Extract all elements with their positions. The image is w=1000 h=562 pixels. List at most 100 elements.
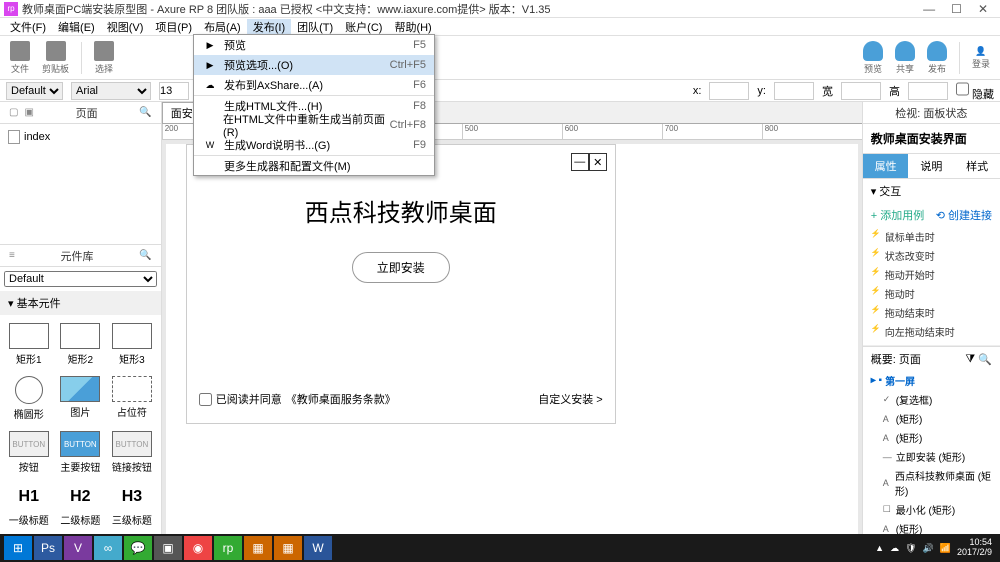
window-title: 教师桌面PC端安装原型图 - Axure RP 8 团队版 : aaa 已授权 … xyxy=(22,1,551,17)
start-button[interactable]: ⊞ xyxy=(4,536,32,560)
dropdown-item[interactable]: ▶预览选项...(O)Ctrl+F5 xyxy=(194,55,434,75)
menu-item[interactable]: 编辑(E) xyxy=(52,19,101,35)
outline-item[interactable]: ☐最小化 (矩形) xyxy=(863,500,1000,519)
h-input[interactable] xyxy=(908,82,948,100)
style-select[interactable]: Default xyxy=(6,82,63,100)
outline-item[interactable]: ✓(复选框) xyxy=(863,390,1000,409)
design-minimize-button[interactable]: — xyxy=(571,153,589,171)
create-link-button[interactable]: ⟲ 创建连接 xyxy=(936,207,992,223)
font-select[interactable]: Arial xyxy=(71,82,151,100)
widget-item[interactable]: 矩形3 xyxy=(107,319,157,370)
x-input[interactable] xyxy=(709,82,749,100)
widget-item[interactable]: H3三级标题 xyxy=(107,480,157,531)
tab-properties[interactable]: 属性 xyxy=(863,154,909,178)
tab-style[interactable]: 样式 xyxy=(954,154,1000,178)
widget-item[interactable]: BUTTON链接按钮 xyxy=(107,427,157,478)
widget-item[interactable]: 占位符 xyxy=(107,372,157,425)
widget-item[interactable]: 椭圆形 xyxy=(4,372,54,425)
search-icon[interactable]: 🔍 xyxy=(136,250,154,261)
menu-item[interactable]: 账户(C) xyxy=(339,19,388,35)
taskbar-app[interactable]: W xyxy=(304,536,332,560)
widget-lib-select[interactable]: Default xyxy=(4,271,157,287)
clipboard-icon[interactable] xyxy=(46,41,66,61)
event-item[interactable]: 向左拖动结束时 xyxy=(871,322,992,341)
tray-icon[interactable]: 🛡 xyxy=(905,543,916,554)
w-input[interactable] xyxy=(841,82,881,100)
tray-icon[interactable]: ☁ xyxy=(890,543,899,554)
menu-item[interactable]: 视图(V) xyxy=(101,19,150,35)
taskbar-app[interactable]: ∞ xyxy=(94,536,122,560)
outline-item[interactable]: —立即安装 (矩形) xyxy=(863,447,1000,466)
select-icon[interactable] xyxy=(94,41,114,61)
design-close-button[interactable]: ✕ xyxy=(589,153,607,171)
outline-item[interactable]: A(矩形) xyxy=(863,409,1000,428)
login-button[interactable]: 👤登录 xyxy=(968,44,994,72)
menu-item[interactable]: 发布(I) xyxy=(247,19,291,35)
tray-icon[interactable]: ▲ xyxy=(875,543,884,553)
dropdown-item[interactable]: 在HTML文件中重新生成当前页面(R)Ctrl+F8 xyxy=(194,115,434,135)
agree-checkbox[interactable]: 已阅读并同意 《教师桌面服务条款》 xyxy=(199,391,396,407)
design-canvas[interactable]: — ✕ 西点科技教师桌面 立即安装 已阅读并同意 《教师桌面服务条款》 自定义安… xyxy=(166,144,858,542)
design-frame[interactable]: — ✕ 西点科技教师桌面 立即安装 已阅读并同意 《教师桌面服务条款》 自定义安… xyxy=(186,144,616,424)
taskbar-app[interactable]: Ps xyxy=(34,536,62,560)
menu-item[interactable]: 布局(A) xyxy=(198,19,247,35)
font-size-input[interactable] xyxy=(159,82,189,100)
outline-item[interactable]: A(矩形) xyxy=(863,428,1000,447)
maximize-button[interactable]: ☐ xyxy=(951,2,962,16)
widget-item[interactable]: H1一级标题 xyxy=(4,480,54,531)
widget-item[interactable]: 矩形1 xyxy=(4,319,54,370)
dropdown-item[interactable]: ☁发布到AxShare...(A)F6 xyxy=(194,75,434,95)
event-item[interactable]: 拖动结束时 xyxy=(871,303,992,322)
taskbar-app[interactable]: ▦ xyxy=(244,536,272,560)
search-icon[interactable]: 🔍 xyxy=(978,353,992,366)
outline-root[interactable]: ▸ ▪ 第一屏 xyxy=(863,371,1000,390)
custom-install-link[interactable]: 自定义安装 > xyxy=(538,391,602,407)
system-clock[interactable]: 10:54 2017/2/9 xyxy=(957,538,996,558)
add-case-button[interactable]: + 添加用例 xyxy=(871,207,924,223)
preview-icon[interactable] xyxy=(863,41,883,61)
outline-item[interactable]: A西点科技教师桌面 (矩形) xyxy=(863,466,1000,500)
widget-item[interactable]: H2二级标题 xyxy=(56,480,106,531)
dropdown-item[interactable]: 更多生成器和配置文件(M) xyxy=(194,155,434,175)
install-button[interactable]: 立即安装 xyxy=(352,252,450,283)
taskbar-app[interactable]: ▦ xyxy=(274,536,302,560)
widget-item[interactable]: BUTTON按钮 xyxy=(4,427,54,478)
filter-icon[interactable]: ⧩ xyxy=(965,353,975,366)
share-icon[interactable] xyxy=(895,41,915,61)
tab-notes[interactable]: 说明 xyxy=(908,154,954,178)
publish-icon[interactable] xyxy=(927,41,947,61)
y-input[interactable] xyxy=(774,82,814,100)
menu-item[interactable]: 文件(F) xyxy=(4,19,52,35)
menu-item[interactable]: 团队(T) xyxy=(291,19,339,35)
taskbar-app[interactable]: rp xyxy=(214,536,242,560)
interaction-section[interactable]: ▾ 交互 xyxy=(863,179,1000,203)
close-button[interactable]: ✕ xyxy=(978,2,988,16)
widget-item[interactable]: 矩形2 xyxy=(56,319,106,370)
event-item[interactable]: 拖动时 xyxy=(871,284,992,303)
event-item[interactable]: 拖动开始时 xyxy=(871,265,992,284)
menu-item[interactable]: 项目(P) xyxy=(149,19,198,35)
taskbar-app[interactable]: V xyxy=(64,536,92,560)
tray-icon[interactable]: 📶 xyxy=(940,543,951,554)
search-icon[interactable]: 🔍 xyxy=(136,107,154,118)
hidden-checkbox[interactable]: 隐藏 xyxy=(956,80,994,102)
folder-icon[interactable]: ▣ xyxy=(21,107,36,118)
widget-item[interactable]: 图片 xyxy=(56,372,106,425)
widget-category[interactable]: ▾ 基本元件 xyxy=(0,291,161,315)
menu-item[interactable]: 帮助(H) xyxy=(388,19,437,35)
tray-icon[interactable]: 🔊 xyxy=(923,543,934,554)
page-item-index[interactable]: index xyxy=(4,128,157,146)
dropdown-item[interactable]: ▶预览F5 xyxy=(194,35,434,55)
taskbar-app[interactable]: ▣ xyxy=(154,536,182,560)
taskbar-app[interactable]: ◉ xyxy=(184,536,212,560)
add-page-icon[interactable]: ▢ xyxy=(6,107,21,118)
minimize-button[interactable]: — xyxy=(923,2,935,16)
dropdown-item[interactable]: W生成Word说明书...(G)F9 xyxy=(194,135,434,155)
event-item[interactable]: 鼠标单击时 xyxy=(871,227,992,246)
event-item[interactable]: 状态改变时 xyxy=(871,246,992,265)
taskbar-app[interactable]: 💬 xyxy=(124,536,152,560)
widget-item[interactable]: BUTTON主要按钮 xyxy=(56,427,106,478)
file-icon[interactable] xyxy=(10,41,30,61)
design-title[interactable]: 西点科技教师桌面 xyxy=(187,193,615,228)
widget-menu-icon[interactable]: ≡ xyxy=(6,250,18,261)
